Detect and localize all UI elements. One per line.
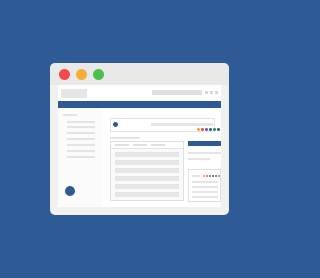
panel-text-placeholder [192,181,218,183]
side-panel [188,169,221,202]
panel-text-placeholder [192,186,218,188]
logo-placeholder[interactable] [61,89,87,98]
header-icon[interactable] [210,91,213,94]
column-header[interactable] [115,144,129,146]
card-status-dot [113,122,118,127]
color-swatch[interactable] [218,175,220,177]
sidebar-item[interactable] [67,156,95,158]
header-icon[interactable] [215,91,218,94]
maximize-button[interactable] [93,69,104,80]
card-text-placeholder [151,123,213,126]
title-bar [50,63,229,85]
color-swatch[interactable] [213,128,216,131]
table-header [111,142,183,149]
sidebar-item[interactable] [67,132,95,134]
side-text-placeholder [188,158,210,160]
panel-text-placeholder [192,196,218,198]
color-swatch[interactable] [205,128,208,131]
sidebar-item[interactable] [67,150,95,152]
section-label-placeholder [110,137,140,139]
table-row[interactable] [115,168,179,173]
avatar[interactable] [65,186,75,196]
web-page [58,85,221,207]
minimize-button[interactable] [76,69,87,80]
data-table [110,141,184,201]
search-input-placeholder[interactable] [152,90,202,95]
table-row[interactable] [115,176,179,181]
color-swatch[interactable] [203,175,205,177]
color-swatch[interactable] [215,175,217,177]
sidebar-item[interactable] [67,138,95,140]
color-swatch[interactable] [209,175,211,177]
column-header[interactable] [151,144,165,146]
color-swatch[interactable] [206,175,208,177]
sidebar-item[interactable] [67,144,95,146]
color-swatch[interactable] [201,128,204,131]
color-swatch[interactable] [197,128,200,131]
panel-text-placeholder [192,175,200,177]
table-row[interactable] [115,152,179,157]
side-text-placeholder [188,152,221,154]
color-swatch[interactable] [212,175,214,177]
browser-window [50,63,229,215]
panel-text-placeholder [192,191,218,193]
sidebar-item[interactable] [67,121,95,123]
column-header[interactable] [133,144,147,146]
table-row[interactable] [115,160,179,165]
primary-action-button[interactable] [188,141,221,146]
sidebar-item[interactable] [67,126,95,128]
color-swatch[interactable] [209,128,212,131]
site-header [58,85,221,101]
header-icon[interactable] [205,91,208,94]
summary-card [110,118,220,132]
color-swatch[interactable] [217,128,220,131]
nav-bar [58,101,221,108]
table-row[interactable] [115,192,179,197]
table-row[interactable] [115,184,179,189]
sidebar-heading-placeholder [63,114,77,116]
sidebar [58,108,102,207]
close-button[interactable] [59,69,70,80]
